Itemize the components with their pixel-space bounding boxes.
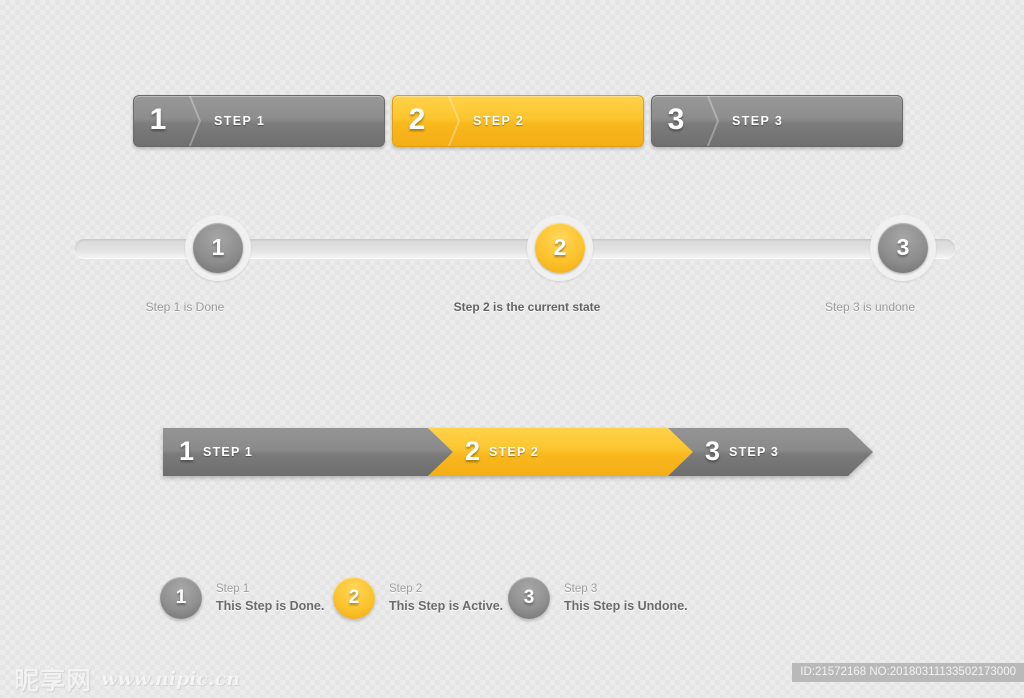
legend-step-2-number: 2	[333, 577, 375, 619]
arrow-step-1[interactable]: 1 STEP 1	[163, 428, 453, 476]
legend-step-2-description: This Step is Active.	[389, 599, 504, 614]
track-step-1-caption: Step 1 is Done	[145, 300, 225, 314]
watermark-logo-text: 昵享网	[14, 666, 93, 695]
pill-step-3-number: 3	[667, 103, 685, 136]
legend-step-2-text: Step 2 This Step is Active.	[389, 581, 503, 616]
arrow-step-2-number: 2	[465, 435, 481, 466]
chevron-right-icon	[441, 96, 463, 146]
arrow-steps-row: 1 STEP 1 2 STEP 2 3 STEP 3	[163, 428, 873, 476]
arrow-step-1-number: 1	[179, 435, 195, 466]
legend-step-3-text: Step 3 This Step is Undone.	[564, 581, 688, 616]
pill-step-3[interactable]: 3 STEP 3	[651, 95, 903, 147]
track-steps-row: 1 2 3 Step 1 is Done Step 2 is the curre…	[75, 215, 955, 325]
legend-step-3-title: Step 3	[564, 582, 598, 595]
track-step-2-number: 2	[535, 223, 585, 273]
track-step-1[interactable]: 1	[185, 215, 251, 281]
legend-step-1[interactable]: 1 Step 1 This Step is Done.	[160, 575, 324, 621]
legend-step-3-number: 3	[508, 577, 550, 619]
track-step-3-number: 3	[878, 223, 928, 273]
pill-step-1-number: 1	[149, 103, 167, 136]
arrow-step-2[interactable]: 2 STEP 2	[428, 428, 693, 476]
pill-step-2[interactable]: 2 STEP 2	[392, 95, 644, 147]
footer-watermark-bar: 昵享网 www.nipic.cn ID:21572168 NO:20180311…	[0, 655, 1024, 698]
arrow-step-1-label: STEP 1	[203, 445, 254, 459]
arrow-step-3[interactable]: 3 STEP 3	[668, 428, 873, 476]
watermark-site-url: www.nipic.cn	[101, 668, 240, 690]
watermark-id-label: ID:21572168 NO:20180311133502173000	[792, 663, 1024, 682]
legend-step-2[interactable]: 2 Step 2 This Step is Active.	[333, 575, 503, 621]
chevron-right-icon	[700, 96, 722, 146]
legend-step-1-number: 1	[160, 577, 202, 619]
track-step-2-caption: Step 2 is the current state	[453, 300, 601, 314]
pill-step-2-label: STEP 2	[473, 114, 525, 128]
track-step-1-number: 1	[193, 223, 243, 273]
track-step-3[interactable]: 3	[870, 215, 936, 281]
pill-step-2-number: 2	[408, 103, 426, 136]
legend-step-3[interactable]: 3 Step 3 This Step is Undone.	[508, 575, 688, 621]
track-step-2[interactable]: 2	[527, 215, 593, 281]
pill-step-1[interactable]: 1 STEP 1	[133, 95, 385, 147]
chevron-right-icon	[182, 96, 204, 146]
legend-steps-row: 1 Step 1 This Step is Done. 2 Step 2 Thi…	[160, 575, 720, 627]
legend-step-2-title: Step 2	[389, 582, 423, 595]
legend-step-1-title: Step 1	[216, 582, 250, 595]
legend-step-3-description: This Step is Undone.	[564, 599, 688, 614]
legend-step-1-text: Step 1 This Step is Done.	[216, 581, 324, 616]
arrow-step-3-label: STEP 3	[729, 445, 780, 459]
pill-step-1-label: STEP 1	[214, 114, 266, 128]
pill-steps-row: 1 STEP 1 2 STEP 2 3 STEP 3	[133, 95, 903, 149]
arrow-step-3-number: 3	[705, 435, 721, 466]
arrow-step-2-label: STEP 2	[489, 445, 540, 459]
watermark-logo: 昵享网 www.nipic.cn	[14, 661, 240, 697]
track-step-3-caption: Step 3 is undone	[824, 300, 916, 314]
legend-step-1-description: This Step is Done.	[216, 599, 325, 614]
pill-step-3-label: STEP 3	[732, 114, 784, 128]
